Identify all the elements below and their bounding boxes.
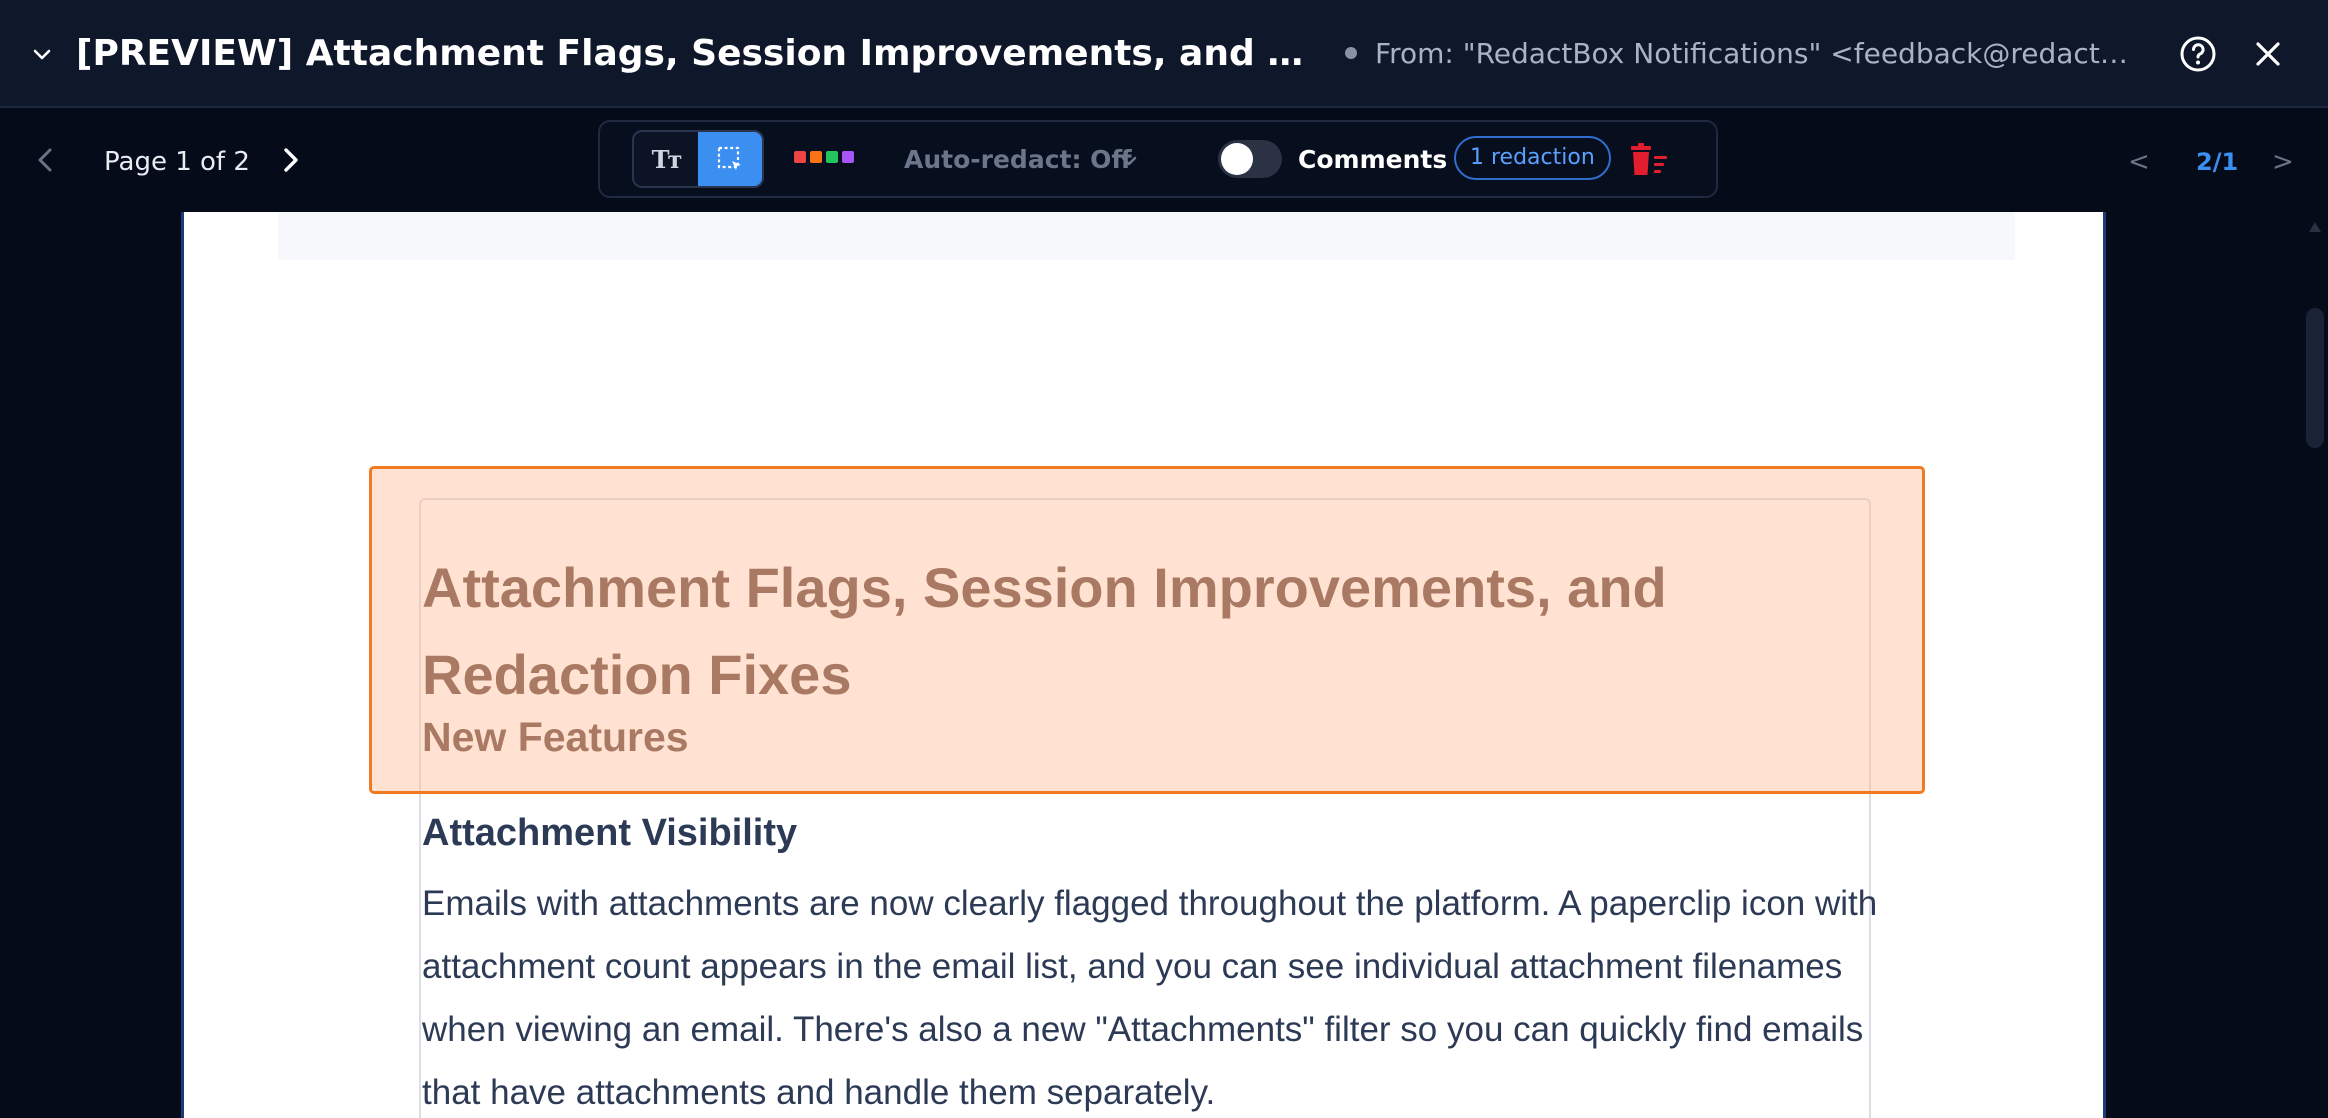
- collapse-preview-button[interactable]: [22, 34, 62, 74]
- color-swatch-orange: [810, 151, 822, 163]
- delete-redactions-button[interactable]: [1628, 142, 1670, 178]
- page-indicator: Page 1 of 2: [104, 147, 250, 177]
- next-redaction-button[interactable]: >: [2272, 142, 2294, 182]
- auto-redact-dropdown[interactable]: Auto-redact: Off: [904, 140, 1132, 180]
- auto-redact-chevron[interactable]: [1116, 146, 1142, 176]
- help-button[interactable]: [2178, 34, 2218, 74]
- separator-dot: [1345, 47, 1357, 59]
- close-icon: [2256, 42, 2280, 66]
- close-preview-button[interactable]: [2248, 34, 2288, 74]
- viewer-toolbar: Page 1 of 2 Tт Auto-redact: Off Comments…: [0, 108, 2328, 212]
- text-mode-icon: Tт: [651, 144, 683, 174]
- help-circle-icon: [2180, 36, 2216, 72]
- comments-label: Comments: [1298, 145, 1448, 174]
- chevron-down-icon: [33, 49, 51, 60]
- redaction-color-picker[interactable]: [794, 151, 854, 163]
- trash-list-icon: [1631, 143, 1667, 175]
- document-viewer[interactable]: Attachment Flags, Session Improvements, …: [0, 212, 2328, 1118]
- toggle-knob: [1221, 143, 1253, 175]
- page-header-band: [278, 212, 2015, 260]
- chevron-down-icon: [1121, 156, 1137, 166]
- color-swatch-green: [826, 151, 838, 163]
- comments-toggle[interactable]: [1218, 140, 1282, 178]
- chevron-right-icon: [284, 148, 298, 172]
- chevron-left-icon: [38, 148, 52, 172]
- email-subject: [PREVIEW] Attachment Flags, Session Impr…: [76, 33, 1328, 74]
- color-swatch-red: [794, 151, 806, 163]
- area-select-mode-button[interactable]: [698, 132, 762, 186]
- text-select-mode-button[interactable]: Tт: [634, 132, 698, 186]
- redaction-count-badge[interactable]: 1 redaction: [1454, 136, 1611, 180]
- preview-title-bar: [PREVIEW] Attachment Flags, Session Impr…: [0, 0, 2328, 108]
- scrollbar-thumb[interactable]: [2306, 308, 2324, 448]
- area-select-icon: [717, 146, 741, 170]
- previous-redaction-button[interactable]: <: [2128, 142, 2150, 182]
- redaction-box[interactable]: [369, 466, 1925, 794]
- subsection-heading: Attachment Visibility: [422, 812, 798, 854]
- redaction-navigation-counter: 2/1: [2196, 148, 2239, 176]
- next-page-button[interactable]: [272, 140, 308, 180]
- color-swatch-purple: [842, 151, 854, 163]
- redaction-tools: Tт Auto-redact: Off Comments 1 redaction: [598, 120, 1718, 198]
- scroll-up-arrow-icon[interactable]: [2307, 220, 2323, 234]
- previous-page-button[interactable]: [28, 140, 64, 180]
- document-page: Attachment Flags, Session Improvements, …: [181, 212, 2106, 1118]
- selection-mode-switch: Tт: [632, 130, 764, 188]
- email-sender: From: "RedactBox Notifications" <feedbac…: [1375, 37, 2145, 70]
- body-paragraph: Emails with attachments are now clearly …: [422, 884, 1878, 1112]
